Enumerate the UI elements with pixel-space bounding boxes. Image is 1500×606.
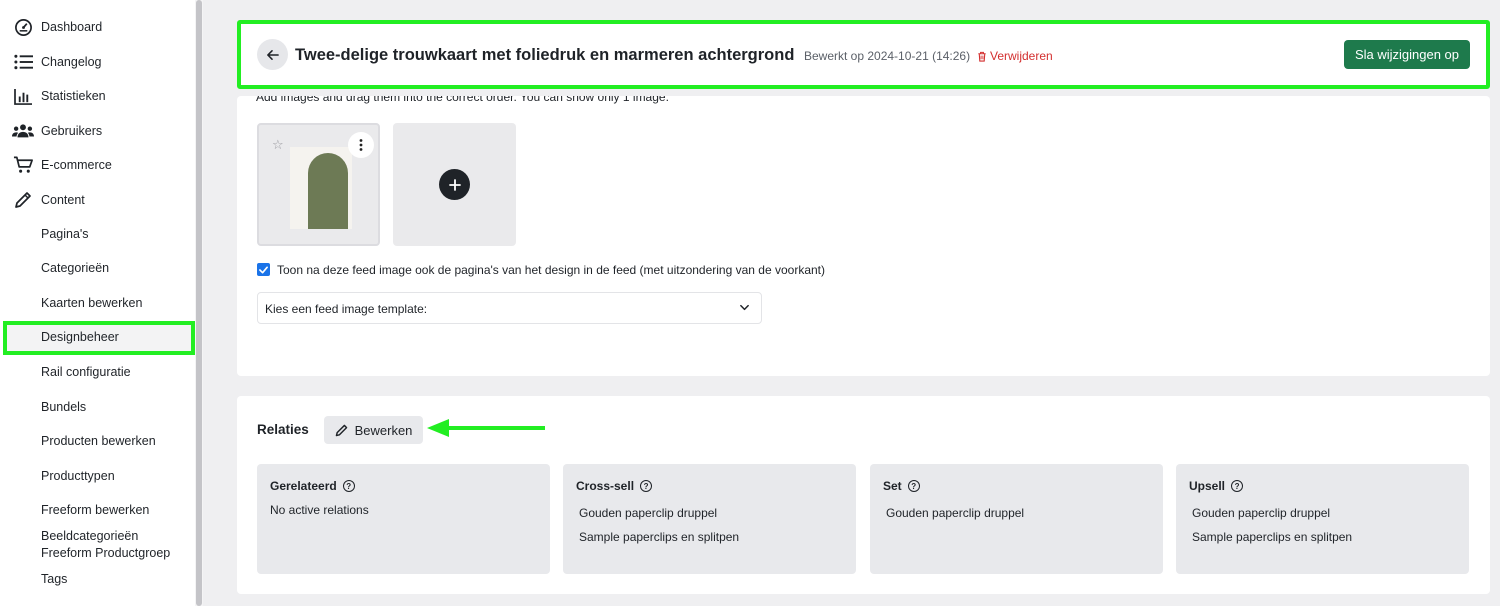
relation-item[interactable]: Gouden paperclip druppel xyxy=(579,506,717,520)
page-title: Twee-delige trouwkaart met foliedruk en … xyxy=(295,46,795,64)
feed-images-section: Add images and drag them into the correc… xyxy=(237,96,1490,376)
help-icon[interactable]: ? xyxy=(1231,480,1244,492)
relation-group-cross-sell: Cross-sell? Gouden paperclip druppel Sam… xyxy=(563,464,856,574)
sidebar-item-rail-configuratie[interactable]: Rail configuratie xyxy=(0,357,195,387)
sidebar-item-beeldcategorieen-freeform-productgroep[interactable]: Beeldcategorieën Freeform Productgroep xyxy=(0,527,195,563)
scrollbar-thumb[interactable] xyxy=(196,0,202,606)
sidebar-item-label: Beeldcategorieën Freeform Productgroep xyxy=(41,529,171,560)
sidebar-item-label: E-commerce xyxy=(41,158,112,172)
relations-title: Relaties xyxy=(257,422,309,437)
page-header: Twee-delige trouwkaart met foliedruk en … xyxy=(237,20,1490,89)
delete-button[interactable]: Verwijderen xyxy=(977,49,1053,63)
relation-group-upsell: Upsell? Gouden paperclip druppel Sample … xyxy=(1176,464,1469,574)
relation-group-gerelateerd: Gerelateerd? No active relations xyxy=(257,464,550,574)
sidebar-item-gebruikers[interactable]: Gebruikers xyxy=(0,116,195,146)
sidebar-item-label: Designbeheer xyxy=(41,330,119,344)
relation-group-title: Gerelateerd xyxy=(270,479,337,493)
edit-relations-label: Bewerken xyxy=(354,422,413,438)
select-value: Kies een feed image template: xyxy=(265,302,428,316)
pencil-icon xyxy=(12,190,34,210)
card-arch-shape xyxy=(308,153,348,229)
users-icon xyxy=(12,121,34,141)
sidebar-item-e-commerce[interactable]: E-commerce xyxy=(0,150,195,180)
relation-group-title: Set xyxy=(883,479,902,493)
edit-relations-button[interactable]: Bewerken xyxy=(324,416,423,444)
trash-icon xyxy=(978,51,986,62)
sidebar-item-designbeheer[interactable]: Designbeheer xyxy=(0,322,195,352)
image-thumbnail[interactable]: ☆ xyxy=(257,123,380,246)
bar-chart-icon xyxy=(12,86,34,106)
chevron-down-icon xyxy=(740,304,749,311)
relation-group-title: Upsell xyxy=(1189,479,1226,493)
help-icon[interactable]: ? xyxy=(640,480,653,492)
star-icon[interactable]: ☆ xyxy=(272,137,284,153)
sidebar-item-tags[interactable]: Tags xyxy=(0,564,195,594)
sidebar-item-dashboard[interactable]: Dashboard xyxy=(0,12,195,42)
sidebar-item-changelog[interactable]: Changelog xyxy=(0,47,195,77)
dashboard-gauge-icon xyxy=(12,17,34,37)
annotation-arrow-icon xyxy=(427,419,545,437)
sidebar: Dashboard Changelog Statistieken Gebruik… xyxy=(0,0,195,606)
sidebar-item-label: Gebruikers xyxy=(41,124,103,138)
relation-item[interactable]: Sample paperclips en splitpen xyxy=(1192,530,1352,544)
back-button[interactable] xyxy=(257,39,288,70)
sidebar-item-label: Tags xyxy=(41,572,68,586)
relation-empty-text: No active relations xyxy=(270,503,369,517)
edited-timestamp: Bewerkt op 2024-10-21 (14:26) xyxy=(804,49,971,63)
images-hint: Add images and drag them into the correc… xyxy=(256,96,669,104)
sidebar-item-label: Producttypen xyxy=(41,469,115,483)
show-pages-label: Toon na deze feed image ook de pagina's … xyxy=(277,263,825,277)
relation-group-title: Cross-sell xyxy=(576,479,635,493)
check-icon xyxy=(259,265,268,274)
feed-image-template-select[interactable]: Kies een feed image template: xyxy=(257,292,762,324)
relation-item[interactable]: Gouden paperclip druppel xyxy=(886,506,1024,520)
sidebar-item-label: Categorieën xyxy=(41,261,110,275)
sidebar-item-categorieen[interactable]: Categorieën xyxy=(0,253,195,283)
sidebar-item-label: Changelog xyxy=(41,55,102,69)
sidebar-item-label: Content xyxy=(41,193,85,207)
wedding-card-preview xyxy=(290,147,352,229)
arrow-left-icon xyxy=(267,49,279,60)
sidebar-item-label: Dashboard xyxy=(41,20,103,34)
add-image-button[interactable] xyxy=(393,123,516,246)
sidebar-item-label: Kaarten bewerken xyxy=(41,296,143,310)
list-icon xyxy=(12,52,34,72)
cart-icon xyxy=(12,155,34,175)
plus-icon xyxy=(439,169,470,200)
relations-section: Relaties Bewerken Gerelateerd? No active… xyxy=(237,396,1490,594)
sidebar-item-statistieken[interactable]: Statistieken xyxy=(0,81,195,111)
sidebar-item-freeform-bewerken[interactable]: Freeform bewerken xyxy=(0,495,195,525)
sidebar-item-label: Rail configuratie xyxy=(41,365,131,379)
sidebar-scrollbar[interactable] xyxy=(195,0,203,606)
pencil-icon xyxy=(335,424,347,436)
sidebar-item-kaarten-bewerken[interactable]: Kaarten bewerken xyxy=(0,288,195,318)
relation-item[interactable]: Sample paperclips en splitpen xyxy=(579,530,739,544)
relation-item[interactable]: Gouden paperclip druppel xyxy=(1192,506,1330,520)
help-icon[interactable]: ? xyxy=(342,480,355,492)
show-pages-checkbox[interactable] xyxy=(257,263,270,276)
sidebar-item-paginas[interactable]: Pagina's xyxy=(0,219,195,249)
relation-group-set: Set? Gouden paperclip druppel xyxy=(870,464,1163,574)
delete-label: Verwijderen xyxy=(990,49,1053,63)
sidebar-item-content[interactable]: Content xyxy=(0,185,195,215)
sidebar-item-producttypen[interactable]: Producttypen xyxy=(0,461,195,491)
save-button[interactable]: Sla wijzigingen op xyxy=(1344,40,1470,69)
sidebar-item-label: Producten bewerken xyxy=(41,434,156,448)
sidebar-item-label: Bundels xyxy=(41,400,87,414)
sidebar-item-producten-bewerken[interactable]: Producten bewerken xyxy=(0,426,195,456)
sidebar-item-label: Pagina's xyxy=(41,227,89,241)
sidebar-item-bundels[interactable]: Bundels xyxy=(0,392,195,422)
sidebar-item-label: Freeform bewerken xyxy=(41,503,150,517)
more-options-icon[interactable] xyxy=(348,132,374,158)
help-icon[interactable]: ? xyxy=(907,480,920,492)
sidebar-item-label: Statistieken xyxy=(41,89,106,103)
